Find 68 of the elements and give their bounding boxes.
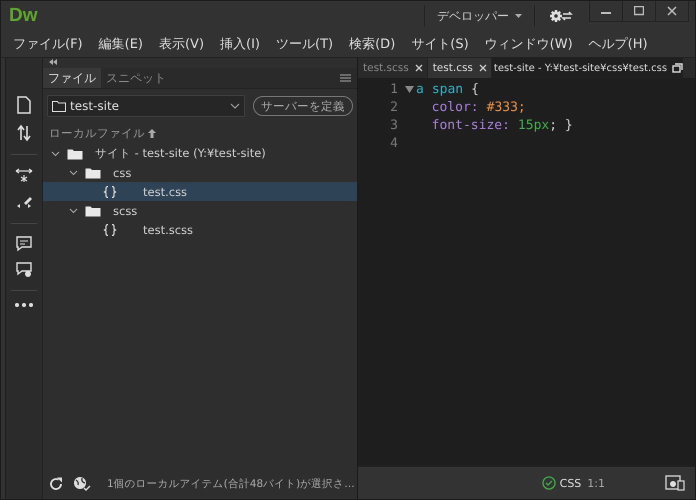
more-icon[interactable] <box>15 303 33 307</box>
tree-row[interactable]: test.scss <box>43 220 357 239</box>
app-logo: Dw <box>9 5 38 27</box>
sort-arrow-icon <box>148 129 156 138</box>
chevron-down-icon <box>230 103 240 109</box>
document-tab[interactable]: test.css <box>428 58 492 78</box>
folder-icon <box>52 100 66 112</box>
tree-row[interactable]: サイト - test-site (Y:¥test-site) <box>43 144 357 163</box>
collapse-icon[interactable] <box>49 59 57 65</box>
line-number: 1 <box>389 82 399 96</box>
menu-item[interactable]: 表示(V) <box>150 35 212 53</box>
gear-sync-icon[interactable] <box>549 9 573 23</box>
menu-item[interactable]: ウィンドウ(W) <box>476 35 581 53</box>
menu-icon[interactable] <box>340 74 351 82</box>
folder-icon <box>85 204 101 216</box>
line-number: 3 <box>389 118 399 132</box>
workspace-dropdown[interactable]: デベロッパー <box>424 5 535 27</box>
cursor-position: 1:1 <box>587 476 605 490</box>
folder-icon <box>85 166 101 178</box>
code-token: ; } <box>549 118 573 132</box>
transfer-icon[interactable] <box>16 124 32 142</box>
line-number: 2 <box>389 100 399 114</box>
code-token: color: <box>430 100 479 114</box>
chevron-down-icon[interactable] <box>68 170 78 176</box>
css-file-icon <box>103 224 117 236</box>
menu-item[interactable]: 編集(E) <box>90 35 151 53</box>
close-icon <box>478 64 487 72</box>
code-token: { <box>471 82 479 96</box>
code-token: 15px <box>518 118 550 132</box>
column-header[interactable]: ローカルファイル <box>47 125 353 142</box>
menu-item[interactable]: 挿入(I) <box>212 35 268 53</box>
refresh-icon[interactable] <box>49 477 63 491</box>
comment-icon[interactable] <box>16 236 32 252</box>
code-token: a <box>416 82 424 96</box>
tree-row[interactable]: scss <box>43 201 357 220</box>
menu-item[interactable]: ファイル(F) <box>5 35 91 53</box>
define-server-button[interactable]: サーバーを定義 <box>253 96 353 116</box>
folder-icon <box>67 148 83 160</box>
maximize-icon <box>634 6 644 16</box>
code-token: #333; <box>486 100 526 114</box>
preview-devices-icon[interactable] <box>665 475 685 491</box>
tree-row[interactable]: css <box>43 163 357 182</box>
check-circle-icon <box>542 476 556 490</box>
close-icon <box>414 64 423 72</box>
chevron-down-icon[interactable] <box>68 208 78 214</box>
restore-icon[interactable] <box>672 63 684 73</box>
file-path: test-site - Y:¥test-site¥css¥test.css <box>494 62 668 74</box>
site-dropdown[interactable]: test-site <box>47 95 245 117</box>
line-number: 4 <box>389 136 399 150</box>
caret-icon <box>515 14 522 18</box>
panel-tab[interactable]: ファイル <box>43 68 101 88</box>
fold-icon[interactable] <box>404 86 414 92</box>
tree-row[interactable]: test.css <box>43 182 357 201</box>
panel-tab[interactable]: スニペット <box>101 68 171 88</box>
menu-item[interactable]: ツール(T) <box>268 35 342 53</box>
status-text: 1個のローカルアイテム(合計48バイト)が選択さ… <box>107 477 355 491</box>
code-token: font-size: <box>430 118 510 132</box>
menu-item[interactable]: ヘルプ(H) <box>580 35 656 53</box>
code-token: span <box>432 82 464 96</box>
close-icon <box>667 6 677 16</box>
chevron-down-icon[interactable] <box>50 150 60 156</box>
new-document-icon[interactable] <box>16 96 32 114</box>
menu-item[interactable]: サイト(S) <box>403 35 477 53</box>
globe-check-icon[interactable] <box>73 476 91 492</box>
language-selector[interactable]: CSS <box>560 476 582 490</box>
expand-icon[interactable] <box>15 167 33 183</box>
menu-item[interactable]: 検索(D) <box>341 35 404 53</box>
css-file-icon <box>103 186 117 198</box>
